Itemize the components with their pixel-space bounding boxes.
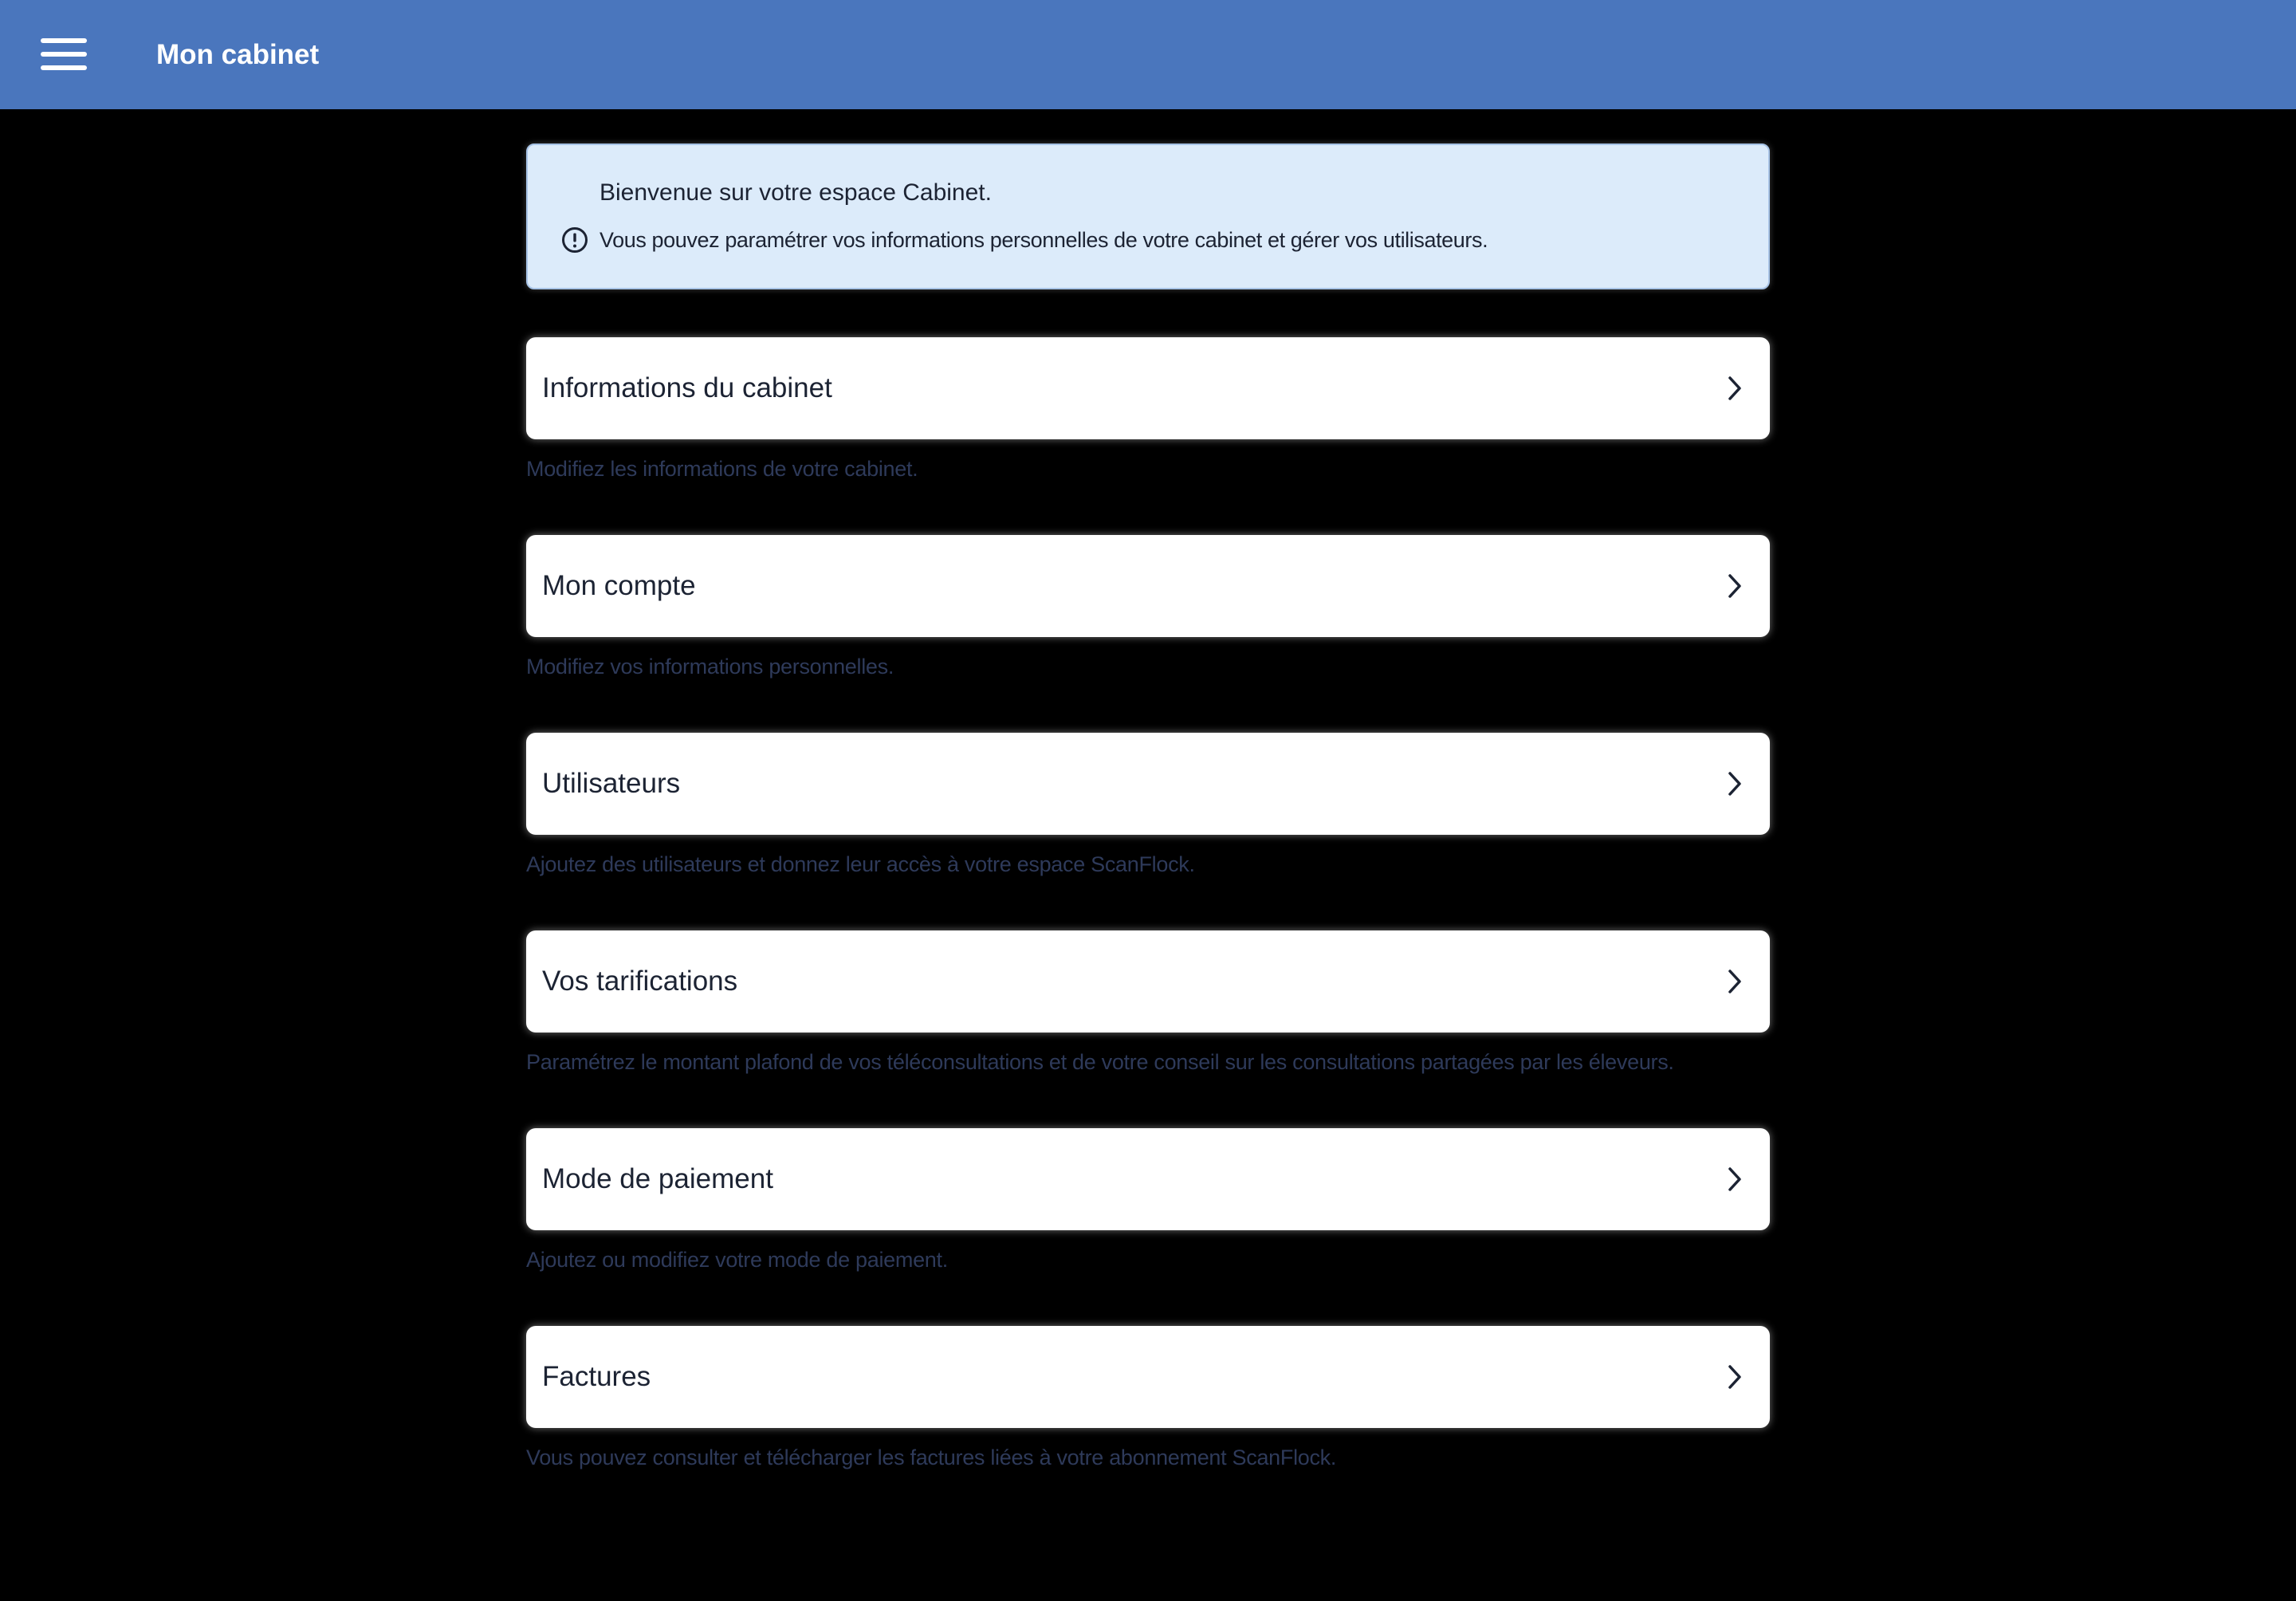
hamburger-menu-icon[interactable]	[38, 35, 89, 75]
banner-title: Bienvenue sur votre espace Cabinet.	[600, 179, 992, 206]
section-mon-compte: Mon compte Modifiez vos informations per…	[526, 535, 1770, 733]
chevron-right-icon	[1728, 772, 1741, 796]
page-title: Mon cabinet	[156, 39, 320, 70]
chevron-right-icon	[1728, 574, 1741, 598]
settings-list: Informations du cabinet Modifiez les inf…	[526, 337, 1770, 1524]
section-description: Modifiez vos informations personnelles.	[526, 655, 894, 679]
mode-de-paiement-card[interactable]: Mode de paiement	[526, 1128, 1770, 1230]
vos-tarifications-card[interactable]: Vos tarifications	[526, 930, 1770, 1033]
informations-cabinet-card[interactable]: Informations du cabinet	[526, 337, 1770, 439]
card-label: Factures	[542, 1361, 651, 1392]
section-mode-de-paiement: Mode de paiement Ajoutez ou modifiez vot…	[526, 1128, 1770, 1326]
section-informations-cabinet: Informations du cabinet Modifiez les inf…	[526, 337, 1770, 535]
section-description: Ajoutez des utilisateurs et donnez leur …	[526, 852, 1195, 876]
card-label: Informations du cabinet	[542, 372, 832, 403]
welcome-banner: Bienvenue sur votre espace Cabinet. Vous…	[526, 144, 1770, 289]
section-description: Vous pouvez consulter et télécharger les…	[526, 1446, 1337, 1469]
section-description: Paramétrez le montant plafond de vos tél…	[526, 1050, 1674, 1074]
chevron-right-icon	[1728, 970, 1741, 993]
app-header: Mon cabinet	[0, 0, 2296, 109]
section-factures: Factures Vous pouvez consulter et téléch…	[526, 1326, 1770, 1524]
factures-card[interactable]: Factures	[526, 1326, 1770, 1428]
section-vos-tarifications: Vos tarifications Paramétrez le montant …	[526, 930, 1770, 1128]
section-utilisateurs: Utilisateurs Ajoutez des utilisateurs et…	[526, 733, 1770, 930]
chevron-right-icon	[1728, 1365, 1741, 1389]
mon-compte-card[interactable]: Mon compte	[526, 535, 1770, 637]
chevron-right-icon	[1728, 376, 1741, 400]
card-label: Mon compte	[542, 570, 696, 601]
card-label: Mode de paiement	[542, 1163, 773, 1194]
banner-text: Vous pouvez paramétrer vos informations …	[600, 228, 1488, 252]
card-label: Utilisateurs	[542, 768, 681, 799]
chevron-right-icon	[1728, 1167, 1741, 1191]
main-content: Bienvenue sur votre espace Cabinet. Vous…	[526, 144, 1770, 1524]
utilisateurs-card[interactable]: Utilisateurs	[526, 733, 1770, 835]
card-label: Vos tarifications	[542, 966, 738, 997]
info-circle-icon	[562, 227, 588, 253]
section-description: Modifiez les informations de votre cabin…	[526, 457, 918, 481]
section-description: Ajoutez ou modifiez votre mode de paieme…	[526, 1248, 948, 1272]
